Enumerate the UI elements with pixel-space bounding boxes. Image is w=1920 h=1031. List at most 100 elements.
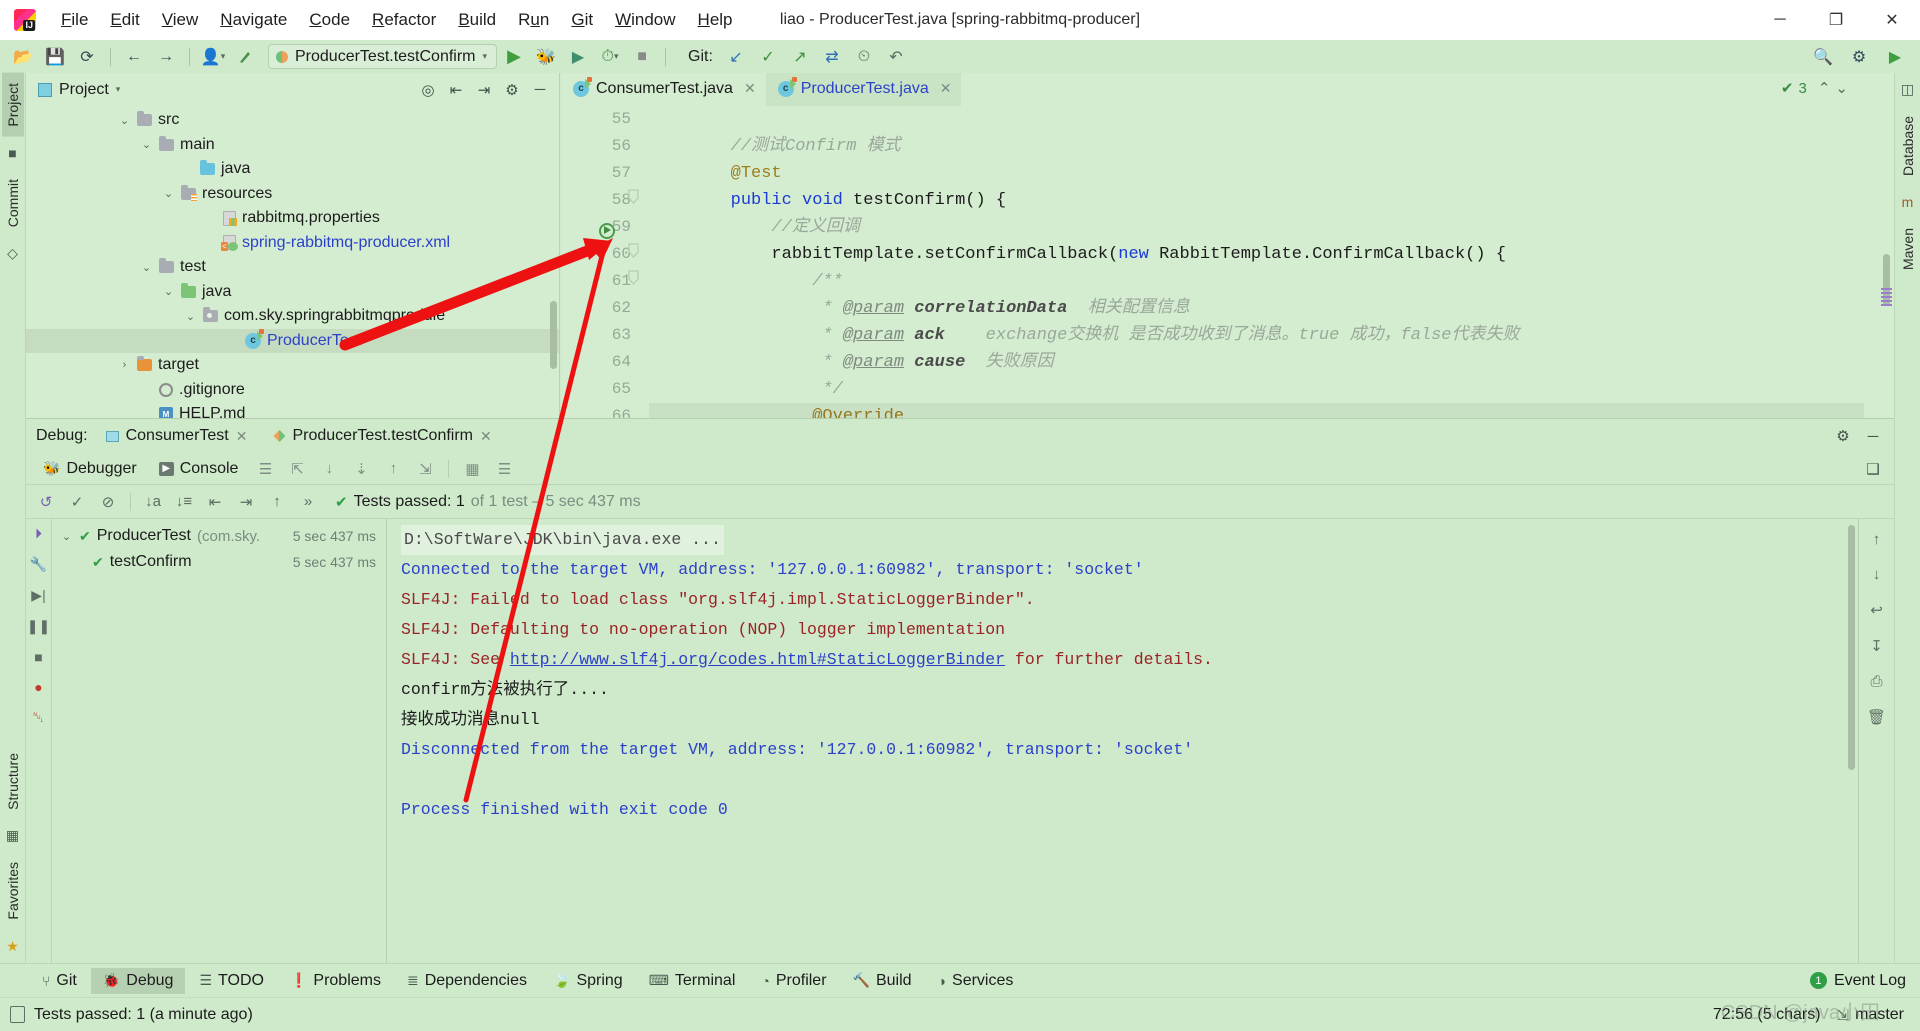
tree-node-package[interactable]: ⌄ com.sky.springrabbitmqprodule (26, 304, 559, 329)
debug-session-tab-producertest[interactable]: ProducerTest.testConfirm ✕ (265, 424, 499, 448)
expand-all-icon[interactable]: ⇤ (443, 78, 469, 102)
bottom-tab-debug[interactable]: 🐞 Debug (90, 967, 186, 994)
close-icon[interactable]: ✕ (236, 428, 248, 445)
menu-build[interactable]: Build (447, 7, 507, 33)
navigate-forward-icon[interactable]: → (151, 44, 181, 70)
debug-resume-icon[interactable]: ⏵ (35, 525, 42, 542)
menu-refactor[interactable]: Refactor (361, 7, 447, 33)
debug-subtab-debugger[interactable]: 🐝 Debugger (34, 458, 146, 480)
tree-node-rabbitmq-properties[interactable]: ⌄ rabbitmq.properties (26, 206, 559, 231)
stop-button[interactable]: ■ (627, 44, 657, 70)
save-all-icon[interactable]: 💾 (40, 44, 70, 70)
inspection-status[interactable]: ✔ 3 ⌃ ⌄ (1781, 79, 1848, 98)
project-tree-scrollbar[interactable] (550, 301, 557, 369)
code-viewport[interactable]: 55 56 57 58 59 60 61 62 63 64 65 66 //测试… (561, 106, 1894, 418)
git-branch-icon[interactable]: ⇄ (817, 44, 847, 70)
menu-code[interactable]: Code (298, 7, 361, 33)
tree-node-test-java[interactable]: ⌄ java (26, 280, 559, 305)
next-problem-icon[interactable]: ⌄ (1835, 79, 1848, 97)
tree-node-test[interactable]: ⌄ test (26, 255, 559, 280)
tree-node-main-java[interactable]: ⌄ java (26, 157, 559, 182)
debug-mute-icon[interactable]: ␀ (33, 709, 44, 726)
bottom-tab-dependencies[interactable]: ≣ Dependencies (395, 968, 539, 994)
git-update-icon[interactable]: ↙ (721, 44, 751, 70)
editor-marker-stripe[interactable] (1881, 286, 1892, 326)
sidebar-tab-structure[interactable]: Structure (2, 743, 24, 820)
menu-view[interactable]: View (151, 7, 210, 33)
restore-layout-icon[interactable]: ❑ (1860, 457, 1886, 481)
code-folding-column[interactable] (623, 106, 643, 418)
chevron-down-icon[interactable]: ⌄ (140, 138, 153, 151)
sort-alphabetically-icon[interactable]: ↓a (139, 490, 167, 514)
debug-session-tab-consumertest[interactable]: ConsumerTest ✕ (98, 424, 256, 448)
frames-icon[interactable]: ☰ (251, 457, 279, 481)
git-push-icon[interactable]: ↗ (785, 44, 815, 70)
tree-node-resources[interactable]: ⌄ resources (26, 182, 559, 207)
run-anything-icon[interactable]: ▶ (1880, 44, 1910, 70)
run-with-coverage-button[interactable]: ▶ (563, 44, 593, 70)
bottom-tab-todo[interactable]: ☰ TODO (187, 968, 276, 994)
sidebar-tab-favorites[interactable]: Favorites (2, 852, 24, 930)
soft-wrap-icon[interactable]: ↩ (1870, 601, 1883, 619)
sidebar-tab-database[interactable]: Database (1897, 106, 1919, 186)
hide-panel-icon[interactable]: ─ (527, 78, 553, 102)
project-settings-icon[interactable]: ⚙ (499, 78, 525, 102)
menu-window[interactable]: Window (604, 7, 686, 33)
step-into-icon[interactable]: ↓ (315, 457, 343, 481)
search-everywhere-icon[interactable]: 🔍 (1808, 44, 1838, 70)
run-test-gutter-icon[interactable] (599, 223, 615, 239)
navigate-back-icon[interactable]: ← (119, 44, 149, 70)
test-tree-row-method[interactable]: ✔ testConfirm 5 sec 437 ms (52, 549, 386, 575)
chevron-down-icon[interactable]: ⌄ (140, 261, 153, 274)
locate-file-icon[interactable]: ◎ (415, 78, 441, 102)
sort-by-duration-icon[interactable]: ↓≡ (170, 490, 198, 514)
menu-file[interactable]: File (50, 7, 99, 33)
vcs-operations-icon[interactable]: 👤 ▾ (198, 44, 228, 70)
chevron-down-icon[interactable]: ⌄ (118, 114, 131, 127)
sidebar-tab-commit[interactable]: Commit (2, 169, 24, 237)
minimize-button[interactable]: ─ (1752, 0, 1808, 40)
run-button[interactable]: ▶ (499, 44, 529, 70)
layout-settings-icon[interactable]: ☰ (490, 457, 518, 481)
clear-console-icon[interactable]: 🗑 (1867, 708, 1886, 726)
close-button[interactable]: ✕ (1864, 0, 1920, 40)
tree-node-src[interactable]: ⌄ src (26, 108, 559, 133)
bottom-tab-services[interactable]: ◑ Services (926, 968, 1026, 994)
menu-navigate[interactable]: Navigate (209, 7, 298, 33)
tab-consumertest[interactable]: c ConsumerTest.java ✕ (561, 73, 766, 106)
rerun-tests-icon[interactable]: ↺ (32, 490, 60, 514)
chevron-down-icon[interactable]: ⌄ (162, 187, 175, 200)
show-ignored-icon[interactable]: ⊘ (94, 490, 122, 514)
sync-icon[interactable]: ⟳ (72, 44, 102, 70)
debug-breakpoint-icon[interactable]: ● (34, 679, 42, 695)
close-icon[interactable]: ✕ (744, 80, 756, 97)
sidebar-tab-project[interactable]: Project (1, 73, 24, 137)
bottom-tab-spring[interactable]: 🍃 Spring (541, 968, 635, 994)
bottom-tab-profiler[interactable]: ◔ Profiler (749, 968, 838, 994)
git-commit-icon[interactable]: ✓ (753, 44, 783, 70)
bottom-tab-build[interactable]: 🔨 Build (841, 968, 924, 994)
scroll-down-icon[interactable]: ↓ (1873, 566, 1881, 583)
menu-git[interactable]: Git (560, 7, 604, 33)
git-branch-widget[interactable]: ⇲ master (1837, 1006, 1904, 1024)
maximize-button[interactable]: ❐ (1808, 0, 1864, 40)
force-step-into-icon[interactable]: ⇣ (347, 457, 375, 481)
run-configuration-selector[interactable]: ProducerTest.testConfirm ▾ (268, 44, 498, 69)
code-text[interactable]: //测试Confirm 模式 @Test public void testCon… (649, 106, 1894, 418)
bottom-tab-problems[interactable]: ❗ Problems (278, 968, 393, 994)
more-actions-icon[interactable]: » (294, 490, 322, 514)
debug-pause-icon[interactable]: ❚❚ (27, 618, 50, 635)
git-history-icon[interactable]: ⏲ (849, 44, 879, 70)
caret-position[interactable]: 72:56 (5 chars) (1713, 1006, 1821, 1024)
build-project-icon[interactable] (230, 44, 260, 70)
chevron-down-icon[interactable]: ⌄ (162, 285, 175, 298)
collapse-all-icon[interactable]: ⇥ (232, 490, 260, 514)
debug-subtab-console[interactable]: ▶ Console (150, 458, 248, 480)
debug-stop-icon[interactable]: ■ (34, 649, 42, 665)
git-rollback-icon[interactable]: ↶ (881, 44, 911, 70)
tree-node-main[interactable]: ⌄ main (26, 133, 559, 158)
print-icon[interactable]: ⎙ (1870, 673, 1882, 690)
settings-icon[interactable]: ⚙ (1844, 44, 1874, 70)
debug-button[interactable]: 🐝 (531, 44, 561, 70)
bottom-tab-git[interactable]: ⑂ Git (30, 968, 89, 994)
